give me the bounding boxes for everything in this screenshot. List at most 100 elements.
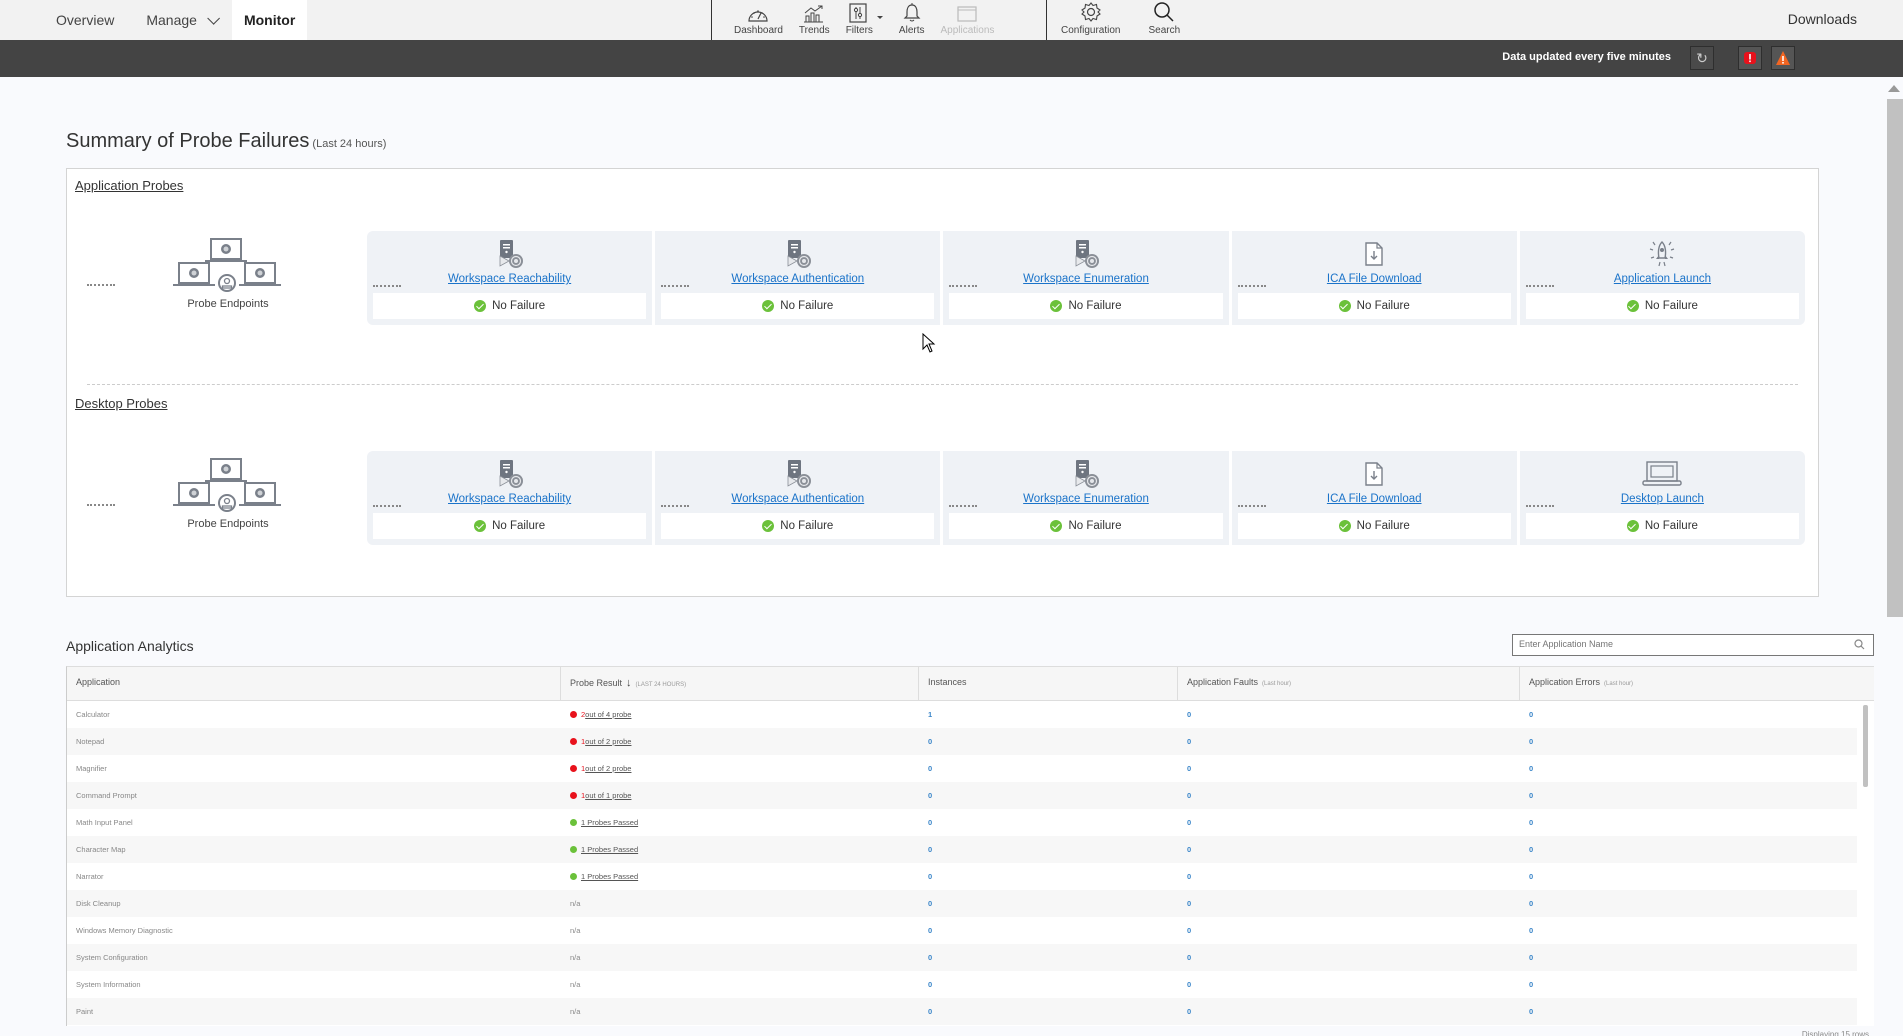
page-scrollbar-thumb[interactable] (1887, 99, 1903, 617)
cell-application-faults[interactable]: 0 (1178, 845, 1520, 854)
cell-application-faults[interactable]: 0 (1178, 980, 1520, 989)
cell-application-faults[interactable]: 0 (1178, 926, 1520, 935)
cell-application-errors[interactable]: 0 (1520, 845, 1857, 854)
table-scrollbar-thumb[interactable] (1863, 705, 1868, 787)
cell-application-errors[interactable]: 0 (1520, 764, 1857, 773)
probe-step-link[interactable]: Application Launch (1526, 273, 1799, 285)
table-row[interactable]: System Information n/a 0 0 0 (67, 971, 1857, 998)
refresh-button[interactable]: ↻ (1690, 46, 1714, 70)
cell-application-errors[interactable]: 0 (1520, 980, 1857, 989)
cell-instances[interactable]: 0 (919, 818, 1178, 827)
table-header: Application Probe Result ↓ (LAST 24 HOURS)… (67, 667, 1874, 701)
desktop-probes-link[interactable]: Desktop Probes (75, 396, 168, 411)
probe-result-link[interactable]: 1 Probes Passed (581, 845, 638, 854)
table-row[interactable]: Paint n/a 0 0 0 (67, 998, 1857, 1025)
table-row[interactable]: Math Input Panel 1 Probes Passed 0 0 0 (67, 809, 1857, 836)
warning-alerts-button[interactable] (1771, 46, 1795, 70)
application-search[interactable] (1512, 634, 1874, 656)
cell-application-faults[interactable]: 0 (1178, 710, 1520, 719)
probe-step-link[interactable]: Workspace Reachability (373, 493, 646, 505)
nav-overview[interactable]: Overview (40, 0, 130, 40)
table-row[interactable]: Command Prompt 1 out of 1 probe 0 0 0 (67, 782, 1857, 809)
probe-result-link[interactable]: out of 2 probe (585, 737, 631, 746)
cell-application-errors[interactable]: 0 (1520, 899, 1857, 908)
probe-step-link[interactable]: Workspace Authentication (661, 493, 934, 505)
cell-application-faults[interactable]: 0 (1178, 764, 1520, 773)
application-probes-link[interactable]: Application Probes (75, 178, 183, 193)
nav-manage[interactable]: Manage (130, 0, 232, 40)
check-circle-icon (570, 846, 577, 853)
probe-result-link[interactable]: 1 Probes Passed (581, 872, 638, 881)
cell-instances[interactable]: 0 (919, 791, 1178, 800)
application-search-input[interactable] (1519, 639, 1839, 649)
connector-dots (1237, 505, 1266, 507)
table-row[interactable]: System Configuration n/a 0 0 0 (67, 944, 1857, 971)
probe-step-link[interactable]: Workspace Reachability (373, 273, 646, 285)
probe-result-link[interactable]: out of 1 probe (585, 791, 631, 800)
cell-instances[interactable]: 0 (919, 872, 1178, 881)
table-row[interactable]: Calculator 2 out of 4 probe 1 0 0 (67, 701, 1857, 728)
probe-step-link[interactable]: Desktop Launch (1526, 493, 1799, 505)
cell-instances[interactable]: 0 (919, 737, 1178, 746)
probe-step-link[interactable]: ICA File Download (1238, 273, 1511, 285)
cell-instances[interactable]: 1 (919, 710, 1178, 719)
cell-application-errors[interactable]: 0 (1520, 1007, 1857, 1016)
cell-instances[interactable]: 0 (919, 899, 1178, 908)
table-row[interactable]: Disk Cleanup n/a 0 0 0 (67, 890, 1857, 917)
cell-application-errors[interactable]: 0 (1520, 737, 1857, 746)
table-row[interactable]: Magnifier 1 out of 2 probe 0 0 0 (67, 755, 1857, 782)
cell-application-faults[interactable]: 0 (1178, 899, 1520, 908)
cell-instances[interactable]: 0 (919, 1007, 1178, 1016)
analytics-title: Application Analytics (66, 638, 194, 654)
column-instances[interactable]: Instances (919, 667, 1178, 700)
probe-step-link[interactable]: ICA File Download (1238, 493, 1511, 505)
probe-step-link[interactable]: Workspace Enumeration (949, 273, 1222, 285)
column-application-faults[interactable]: Application Faults (Last hour) (1178, 667, 1520, 700)
cell-application-errors[interactable]: 0 (1520, 791, 1857, 800)
search-icon (1154, 2, 1174, 22)
cell-instances[interactable]: 0 (919, 926, 1178, 935)
table-row[interactable]: Narrator 1 Probes Passed 0 0 0 (67, 863, 1857, 890)
cell-application-faults[interactable]: 0 (1178, 953, 1520, 962)
cell-application-faults[interactable]: 0 (1178, 737, 1520, 746)
column-application-errors[interactable]: Application Errors (Last hour) (1520, 667, 1874, 700)
cell-probe-result: n/a (561, 899, 919, 908)
nav-monitor[interactable]: Monitor (231, 0, 308, 40)
page-scrollbar[interactable] (1885, 77, 1903, 1036)
scroll-up-arrow-icon[interactable] (1888, 85, 1900, 92)
table-row[interactable]: Character Map 1 Probes Passed 0 0 0 (67, 836, 1857, 863)
cell-instances[interactable]: 0 (919, 764, 1178, 773)
tool-filters[interactable]: Filters (838, 0, 883, 40)
cell-application-faults[interactable]: 0 (1178, 818, 1520, 827)
column-application[interactable]: Application (67, 667, 561, 700)
cell-application-faults[interactable]: 0 (1178, 1007, 1520, 1016)
cell-application-errors[interactable]: 0 (1520, 926, 1857, 935)
cell-instances[interactable]: 0 (919, 845, 1178, 854)
cell-instances[interactable]: 0 (919, 980, 1178, 989)
table-row[interactable]: Windows Memory Diagnostic n/a 0 0 0 (67, 917, 1857, 944)
probe-step-card: ICA File Download No Failure (1232, 451, 1520, 545)
tool-dashboard[interactable]: Dashboard (726, 0, 791, 40)
cell-application-errors[interactable]: 0 (1520, 710, 1857, 719)
probe-step-link[interactable]: Workspace Authentication (661, 273, 934, 285)
column-probe-result[interactable]: Probe Result ↓ (LAST 24 HOURS) (561, 667, 919, 700)
tool-trends[interactable]: Trends (791, 0, 838, 40)
cell-instances[interactable]: 0 (919, 953, 1178, 962)
probe-step-link[interactable]: Workspace Enumeration (949, 493, 1222, 505)
tool-alerts[interactable]: Alerts (891, 0, 933, 40)
probe-result-link[interactable]: out of 4 probe (585, 710, 631, 719)
error-alerts-button[interactable] (1738, 46, 1762, 70)
search-icon[interactable] (1854, 639, 1865, 650)
probe-result-link[interactable]: 1 Probes Passed (581, 818, 638, 827)
cell-application: Disk Cleanup (76, 899, 121, 908)
cell-application-faults[interactable]: 0 (1178, 791, 1520, 800)
cell-application-errors[interactable]: 0 (1520, 818, 1857, 827)
cell-application-faults[interactable]: 0 (1178, 872, 1520, 881)
cell-application-errors[interactable]: 0 (1520, 872, 1857, 881)
cell-application-errors[interactable]: 0 (1520, 953, 1857, 962)
table-row[interactable]: Notepad 1 out of 2 probe 0 0 0 (67, 728, 1857, 755)
tool-configuration[interactable]: Configuration (1053, 0, 1128, 40)
probe-result-link[interactable]: out of 2 probe (585, 764, 631, 773)
tool-search[interactable]: Search (1140, 0, 1188, 40)
downloads-link[interactable]: Downloads (1788, 11, 1857, 27)
